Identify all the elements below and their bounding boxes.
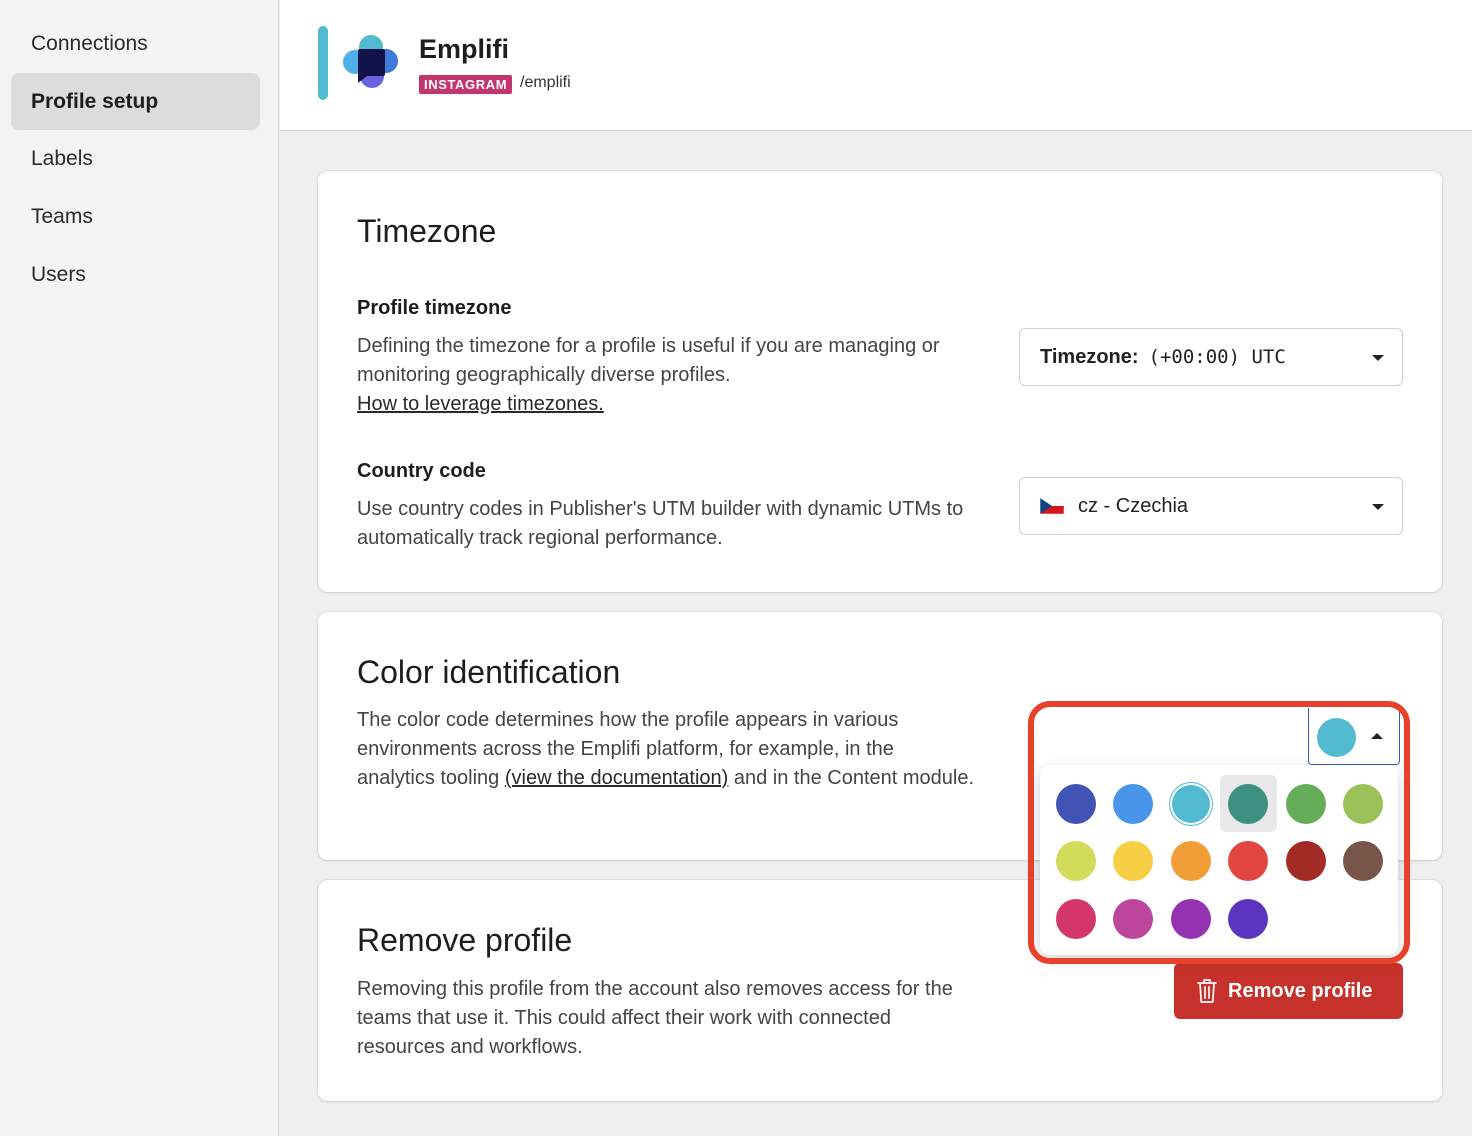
emplifi-logo-icon <box>343 35 398 88</box>
profile-header: Emplifi INSTAGRAM /emplifi <box>280 0 1472 131</box>
color-identification-description: The color code determines how the profil… <box>357 706 977 793</box>
timezone-title: Timezone <box>357 213 497 249</box>
sidebar: Connections Profile setup Labels Teams U… <box>0 0 279 1136</box>
profile-timezone-text: Defining the timezone for a profile is u… <box>357 335 940 386</box>
sidebar-item-users[interactable]: Users <box>11 246 260 303</box>
timezones-help-link[interactable]: How to leverage timezones. <box>357 393 604 415</box>
profile-color-bar <box>318 26 328 100</box>
sidebar-item-label: Teams <box>31 204 93 228</box>
timezone-select-value: (+00:00) UTC <box>1148 346 1286 368</box>
sidebar-item-profile-setup[interactable]: Profile setup <box>11 73 260 130</box>
color-description-text-end: and in the Content module. <box>728 767 975 789</box>
sidebar-item-teams[interactable]: Teams <box>11 188 260 245</box>
documentation-link[interactable]: (view the documentation) <box>505 767 728 789</box>
remove-profile-description: Removing this profile from the account a… <box>357 978 953 1058</box>
profile-name: Emplifi <box>419 34 510 64</box>
platform-badge: INSTAGRAM <box>419 75 513 94</box>
color-identification-title: Color identification <box>357 654 621 690</box>
timezone-card: Timezone Profile timezone Defining the t… <box>318 171 1442 592</box>
timezone-select[interactable]: Timezone: (+00:00) UTC <box>1019 328 1403 386</box>
timezone-select-label: Timezone: <box>1040 345 1139 368</box>
sidebar-item-label: Users <box>31 262 86 286</box>
country-code-title: Country code <box>357 460 486 482</box>
country-code-description: Use country codes in Publisher's UTM bui… <box>357 498 964 549</box>
remove-profile-button[interactable]: Remove profile <box>1174 963 1403 1019</box>
profile-timezone-description: Defining the timezone for a profile is u… <box>357 332 997 419</box>
highlight-annotation <box>1028 701 1410 964</box>
sidebar-item-label: Labels <box>31 146 93 170</box>
sidebar-item-connections[interactable]: Connections <box>11 15 260 72</box>
country-code-value: cz - Czechia <box>1078 494 1189 517</box>
sidebar-item-label: Connections <box>31 31 148 55</box>
sidebar-item-labels[interactable]: Labels <box>11 130 260 187</box>
czech-flag-icon <box>1040 498 1064 514</box>
remove-profile-title: Remove profile <box>357 922 573 958</box>
sidebar-item-label: Profile setup <box>31 89 159 113</box>
trash-icon <box>1197 979 1217 1003</box>
country-code-select[interactable]: cz - Czechia <box>1019 477 1403 535</box>
chevron-down-icon <box>1372 504 1384 510</box>
chevron-down-icon <box>1372 355 1384 361</box>
profile-handle: /emplifi <box>520 74 571 91</box>
remove-profile-button-label: Remove profile <box>1228 979 1373 1002</box>
profile-timezone-title: Profile timezone <box>357 297 512 319</box>
